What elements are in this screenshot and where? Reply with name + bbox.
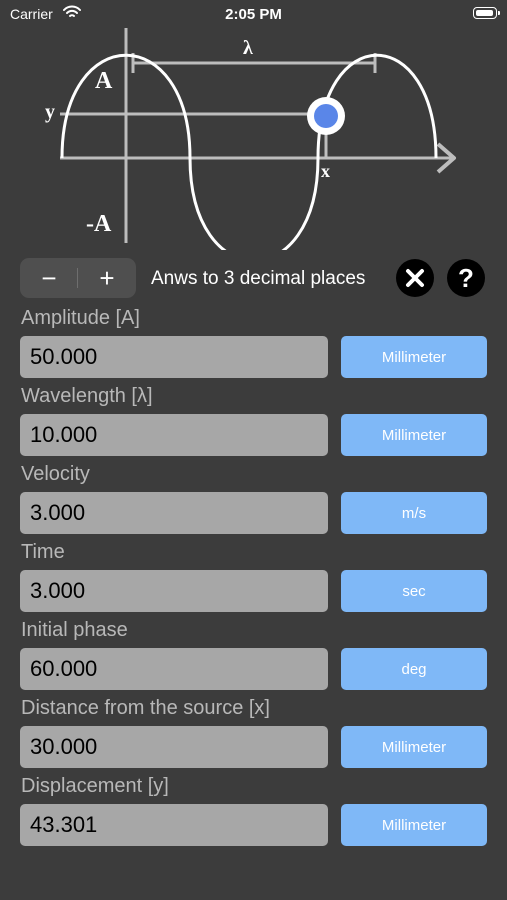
wavelength-field-label: Wavelength [λ] (21, 385, 153, 407)
wavelength-label: λ (243, 37, 253, 59)
decimal-places-label: Anws to 3 decimal places (151, 268, 366, 289)
decrement-button[interactable]: − (20, 258, 78, 298)
time-field[interactable] (20, 570, 328, 612)
battery-icon (473, 7, 500, 19)
x-label: x (321, 161, 330, 181)
distance-field[interactable] (20, 726, 328, 768)
increment-button[interactable]: + (78, 258, 136, 298)
time-unit-button[interactable]: sec (341, 570, 487, 612)
initial-phase-unit-button[interactable]: deg (341, 648, 487, 690)
y-label: y (45, 101, 55, 123)
wavelength-unit-button[interactable]: Millimeter (341, 414, 487, 456)
close-icon (406, 269, 424, 287)
velocity-label: Velocity (21, 463, 90, 485)
help-button[interactable]: ? (447, 259, 485, 297)
distance-label: Distance from the source [x] (21, 697, 270, 719)
clock: 2:05 PM (225, 6, 282, 23)
amplitude-unit-button[interactable]: Millimeter (341, 336, 487, 378)
sine-curve (60, 53, 438, 263)
displacement-unit-button[interactable]: Millimeter (341, 804, 487, 846)
velocity-field[interactable] (20, 492, 328, 534)
wave-point-center (314, 104, 338, 128)
wavelength-field[interactable] (20, 414, 328, 456)
status-bar: Carrier 2:05 PM (0, 0, 507, 30)
amplitude-negative-label: -A (86, 211, 112, 237)
initial-phase-field[interactable] (20, 648, 328, 690)
initial-phase-label: Initial phase (21, 619, 128, 641)
displacement-field[interactable] (20, 804, 328, 846)
displacement-label: Displacement [y] (21, 775, 169, 797)
amplitude-field[interactable] (20, 336, 328, 378)
time-label: Time (21, 541, 65, 563)
distance-unit-button[interactable]: Millimeter (341, 726, 487, 768)
wavelength-dimension (131, 53, 377, 73)
wave-diagram: λ A -A y x (0, 28, 507, 263)
clear-button[interactable] (396, 259, 434, 297)
decimal-stepper[interactable]: − + (20, 258, 136, 298)
amplitude-positive-label: A (95, 68, 113, 94)
velocity-unit-button[interactable]: m/s (341, 492, 487, 534)
amplitude-label: Amplitude [A] (21, 307, 140, 329)
